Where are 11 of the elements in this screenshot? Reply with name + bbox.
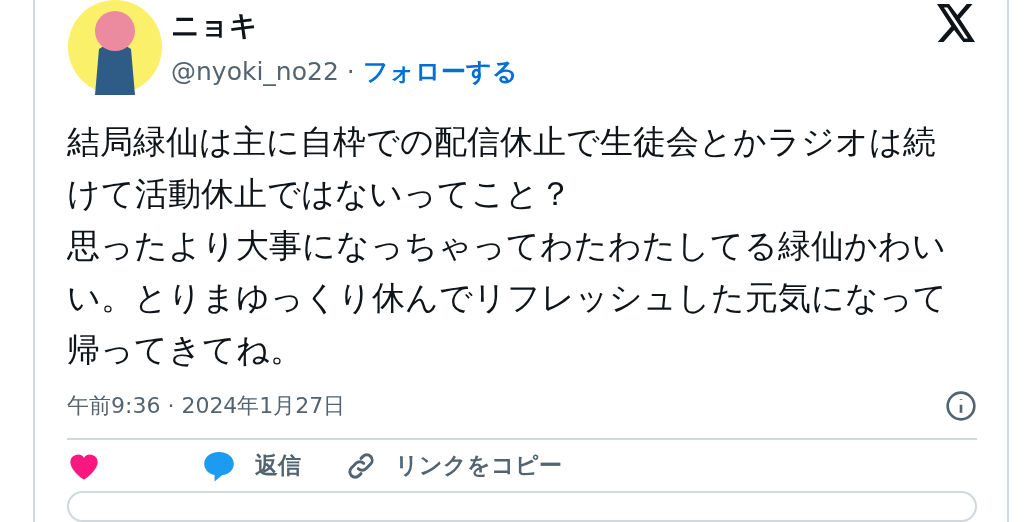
tweet-text: 結局緑仙は主に自枠での配信休止で生徒会とかラジオは続けて活動休止ではないってこと？ [67, 121, 937, 215]
author-name: ニョキ [171, 7, 259, 44]
reply-button[interactable]: 返信 [201, 448, 301, 483]
link-button[interactable]: リンクをコピー [345, 449, 562, 482]
follow-link[interactable]: フォローする [362, 54, 518, 88]
timestamp[interactable]: 午前9:36 · 2024年1月27日 [67, 391, 346, 421]
x-logo-icon[interactable] [935, 4, 977, 42]
author-handle: @nyoki_no22 [171, 56, 339, 86]
separator: · [346, 56, 355, 86]
tweet-text: 思ったより大事になっちゃってわたわたしてる緑仙かわいい。とりまゆっくり休んでリフレッシュした元気になって帰ってきてね。 [67, 225, 948, 371]
info-icon[interactable] [945, 390, 977, 422]
